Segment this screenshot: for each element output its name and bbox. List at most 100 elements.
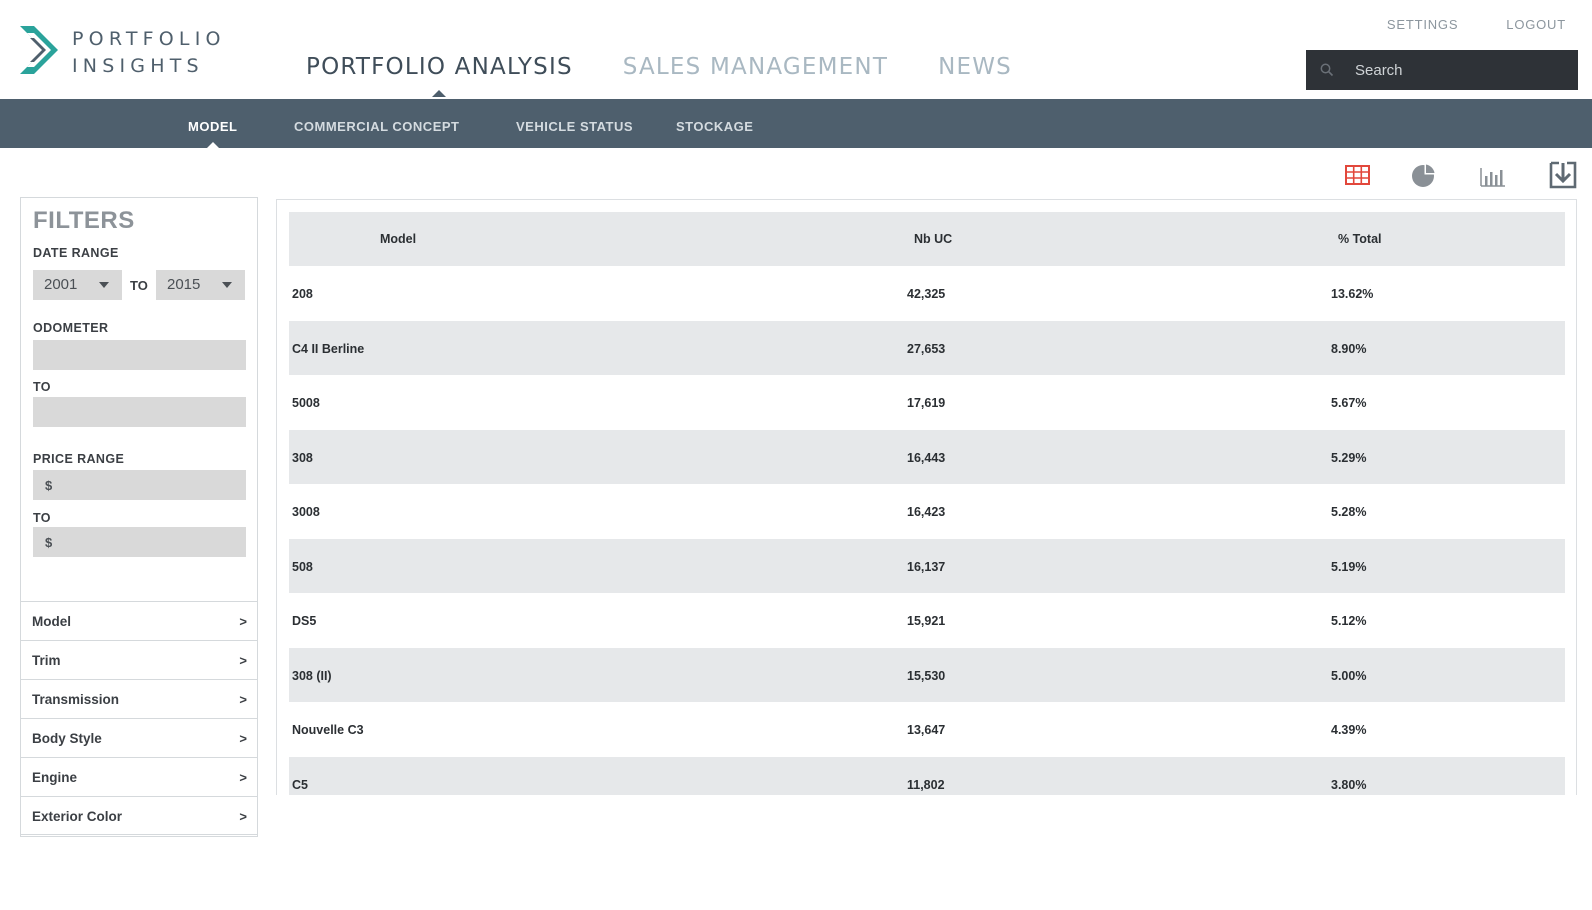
logo-line-2: INSIGHTS bbox=[72, 55, 204, 77]
chevron-right-icon: > bbox=[239, 809, 247, 824]
column-header-nb-uc[interactable]: Nb UC bbox=[914, 232, 952, 246]
facet-transmission[interactable]: Transmission > bbox=[20, 679, 258, 718]
sub-navigation: MODEL COMMERCIAL CONCEPT VEHICLE STATUS … bbox=[0, 99, 1592, 148]
table-row[interactable]: 208 42,325 13.62% bbox=[289, 266, 1565, 321]
date-to-label: TO bbox=[130, 278, 148, 293]
table-row[interactable]: 308 16,443 5.29% bbox=[289, 429, 1565, 484]
cell-model: 208 bbox=[292, 287, 313, 301]
chevron-right-icon: > bbox=[239, 614, 247, 629]
column-header-pct-total[interactable]: % Total bbox=[1338, 232, 1382, 246]
date-range-label: DATE RANGE bbox=[33, 246, 119, 260]
table-row[interactable]: 5008 17,619 5.67% bbox=[289, 375, 1565, 430]
cell-model: 308 bbox=[292, 450, 313, 465]
date-to-value: 2015 bbox=[167, 276, 201, 293]
cell-model: Nouvelle C3 bbox=[292, 723, 364, 737]
odometer-from-input[interactable] bbox=[33, 340, 246, 370]
cell-model: 5008 bbox=[292, 396, 320, 410]
portfolio-insights-logo[interactable]: PORTFOLIO INSIGHTS bbox=[18, 24, 248, 80]
odometer-to-label: TO bbox=[33, 380, 51, 394]
cell-nb-uc: 42,325 bbox=[907, 287, 946, 301]
cell-pct-total: 13.62% bbox=[1331, 287, 1374, 301]
cell-nb-uc: 16,423 bbox=[907, 505, 946, 519]
facet-model[interactable]: Model > bbox=[20, 601, 258, 640]
cell-nb-uc: 16,443 bbox=[907, 450, 946, 465]
price-to-input[interactable] bbox=[33, 527, 246, 557]
cell-pct-total: 5.19% bbox=[1331, 559, 1367, 574]
cell-nb-uc: 16,137 bbox=[907, 559, 946, 574]
tab-commercial-concept[interactable]: COMMERCIAL CONCEPT bbox=[294, 119, 459, 134]
cell-model: C5 bbox=[292, 777, 308, 792]
facet-label: Body Style bbox=[32, 731, 102, 746]
date-to-select[interactable]: 2015 bbox=[156, 270, 245, 300]
results-table: Model Nb UC % Total 208 42,325 13.62% C4… bbox=[289, 212, 1565, 795]
bar-chart-view-icon[interactable] bbox=[1477, 160, 1509, 190]
cell-pct-total: 5.00% bbox=[1331, 668, 1367, 683]
table-row[interactable]: 308 (II) 15,530 5.00% bbox=[289, 647, 1565, 702]
facet-label: Transmission bbox=[32, 692, 120, 707]
cell-nb-uc: 17,619 bbox=[907, 396, 946, 410]
odometer-to-input[interactable] bbox=[33, 397, 246, 427]
facet-label: Trim bbox=[32, 653, 61, 668]
date-from-value: 2001 bbox=[44, 276, 78, 293]
table-row[interactable]: 508 16,137 5.19% bbox=[289, 538, 1565, 593]
download-icon[interactable] bbox=[1547, 160, 1579, 190]
chevron-right-icon: > bbox=[239, 653, 247, 668]
facet-label: Engine bbox=[32, 770, 78, 785]
cell-pct-total: 5.12% bbox=[1331, 614, 1367, 628]
cell-pct-total: 3.80% bbox=[1331, 777, 1367, 792]
cell-nb-uc: 13,647 bbox=[907, 723, 946, 737]
facet-engine[interactable]: Engine > bbox=[20, 757, 258, 796]
cell-model: C4 II Berline bbox=[292, 341, 365, 356]
settings-link[interactable]: SETTINGS bbox=[1387, 17, 1458, 32]
pie-chart-view-icon[interactable] bbox=[1409, 160, 1441, 190]
date-from-select[interactable]: 2001 bbox=[33, 270, 122, 300]
cell-pct-total: 5.67% bbox=[1331, 396, 1367, 410]
table-row[interactable]: DS5 15,921 5.12% bbox=[289, 593, 1565, 648]
cell-pct-total: 5.29% bbox=[1331, 450, 1367, 465]
facet-label: Exterior Color bbox=[32, 809, 123, 824]
filters-title: FILTERS bbox=[33, 207, 135, 234]
caret-down-icon bbox=[99, 282, 109, 288]
search-input[interactable] bbox=[1355, 61, 1565, 79]
cell-model: 308 (II) bbox=[292, 668, 332, 683]
table-row[interactable]: C4 II Berline 27,653 8.90% bbox=[289, 320, 1565, 375]
filters-panel: FILTERS DATE RANGE 2001 TO 2015 ODOMETER… bbox=[20, 197, 258, 837]
cell-nb-uc: 11,802 bbox=[907, 777, 945, 792]
logo-line-1: PORTFOLIO bbox=[72, 28, 226, 50]
cell-model: 508 bbox=[292, 559, 313, 574]
cell-model: 3008 bbox=[292, 505, 320, 519]
search-icon bbox=[1320, 63, 1334, 77]
main-navigation: PORTFOLIO ANALYSIS SALES MANAGEMENT NEWS bbox=[306, 54, 1062, 97]
tab-stockage[interactable]: STOCKAGE bbox=[676, 119, 753, 134]
tab-vehicle-status[interactable]: VEHICLE STATUS bbox=[516, 119, 633, 134]
nav-portfolio-analysis[interactable]: PORTFOLIO ANALYSIS bbox=[306, 54, 573, 97]
cell-pct-total: 8.90% bbox=[1331, 341, 1367, 356]
view-switcher bbox=[1330, 160, 1577, 194]
price-from-input[interactable] bbox=[33, 470, 246, 500]
cell-nb-uc: 15,921 bbox=[907, 614, 946, 628]
logout-link[interactable]: LOGOUT bbox=[1506, 17, 1566, 32]
chevron-right-icon: > bbox=[239, 731, 247, 746]
facet-exterior-color[interactable]: Exterior Color > bbox=[20, 796, 258, 835]
odometer-label: ODOMETER bbox=[33, 321, 109, 335]
search-box bbox=[1306, 50, 1578, 90]
nav-sales-management[interactable]: SALES MANAGEMENT bbox=[623, 54, 888, 80]
facet-body-style[interactable]: Body Style > bbox=[20, 718, 258, 757]
facet-label: Model bbox=[32, 614, 71, 629]
nav-news[interactable]: NEWS bbox=[938, 54, 1012, 80]
facet-trim[interactable]: Trim > bbox=[20, 640, 258, 679]
table-row[interactable]: C5 11,802 3.80% bbox=[289, 756, 1565, 795]
chevron-right-icon: > bbox=[239, 692, 247, 707]
chevron-logo-icon bbox=[20, 26, 58, 74]
caret-down-icon bbox=[222, 282, 232, 288]
price-range-label: PRICE RANGE bbox=[33, 452, 125, 466]
price-to-label: TO bbox=[33, 511, 51, 525]
results-table-panel[interactable]: Model Nb UC % Total 208 42,325 13.62% C4… bbox=[276, 199, 1577, 795]
tab-model[interactable]: MODEL bbox=[188, 119, 237, 148]
table-row[interactable]: Nouvelle C3 13,647 4.39% bbox=[289, 702, 1565, 757]
cell-nb-uc: 15,530 bbox=[907, 668, 946, 683]
column-header-model[interactable]: Model bbox=[380, 232, 416, 246]
table-row[interactable]: 3008 16,423 5.28% bbox=[289, 484, 1565, 539]
table-view-icon[interactable] bbox=[1343, 160, 1375, 190]
cell-model: DS5 bbox=[292, 614, 317, 628]
